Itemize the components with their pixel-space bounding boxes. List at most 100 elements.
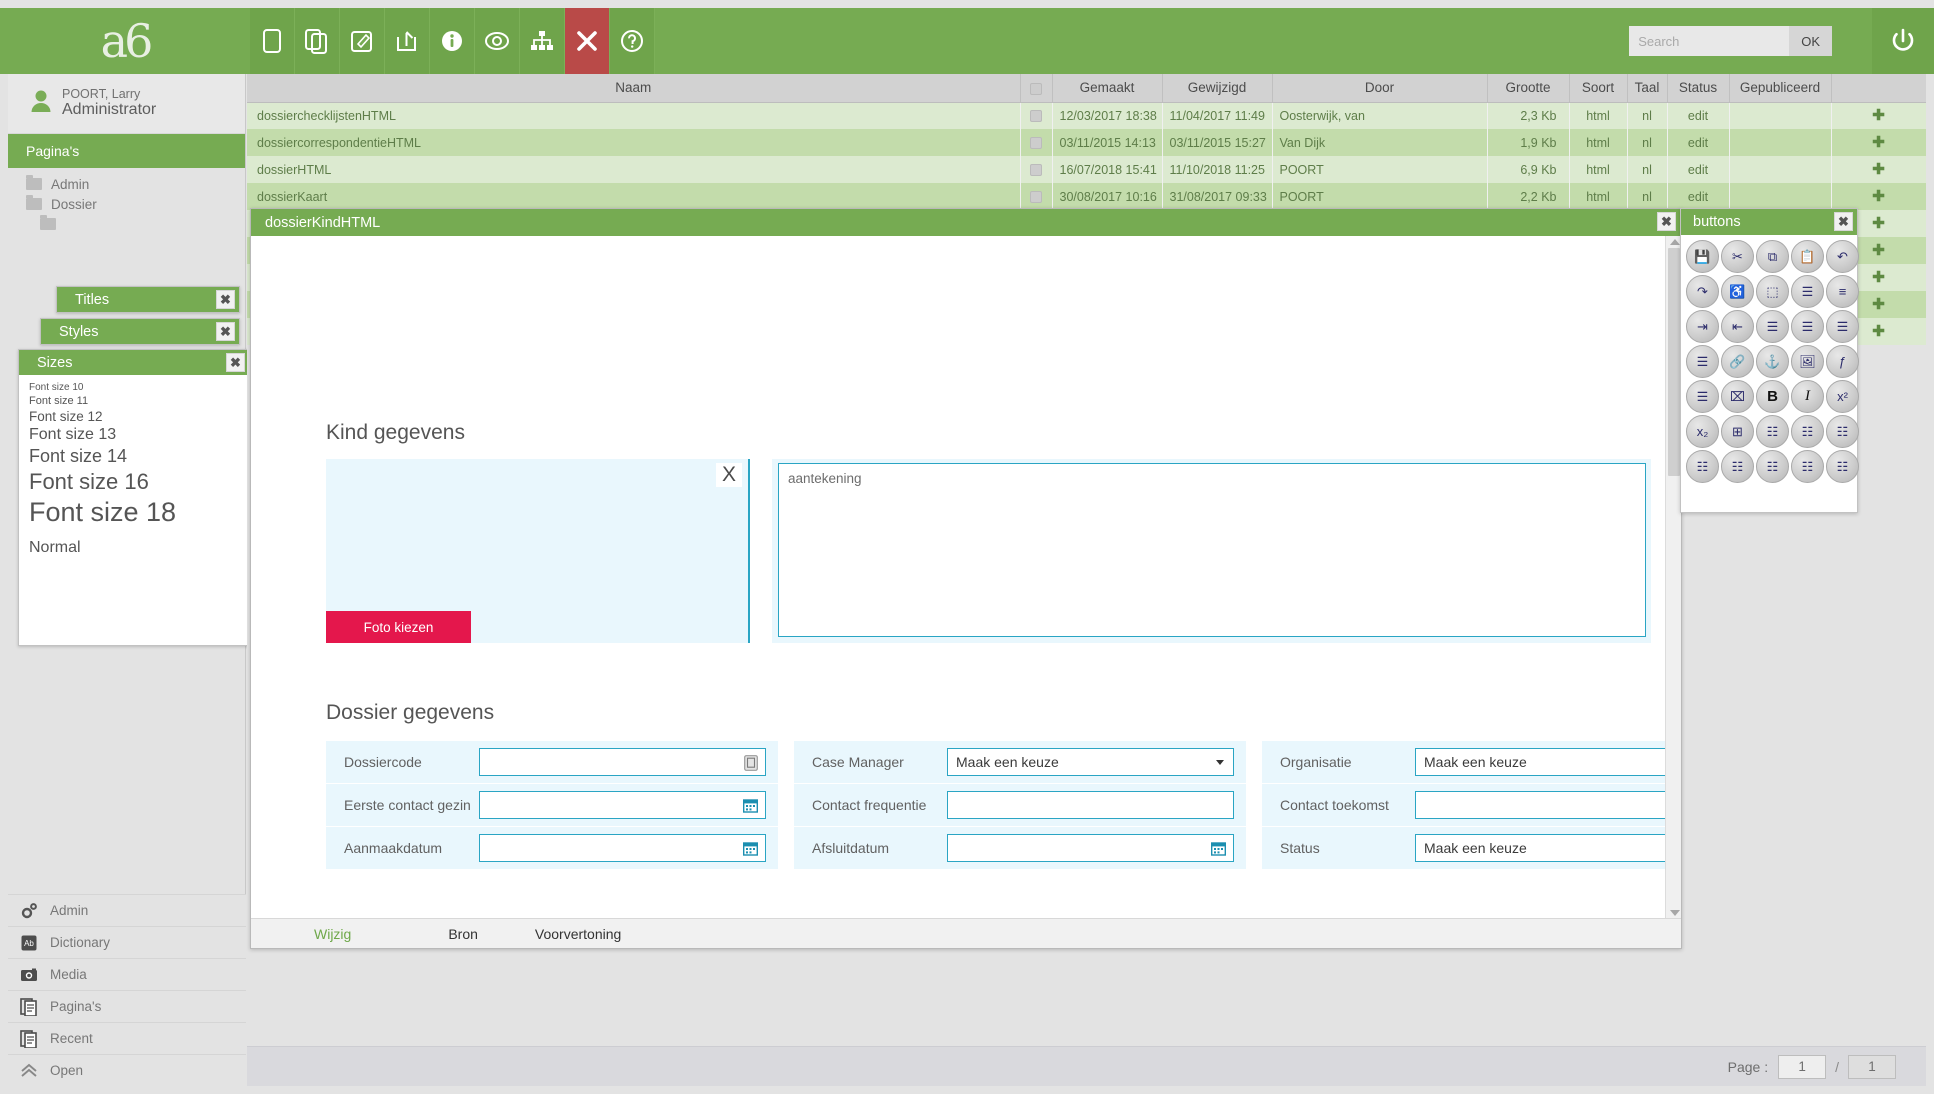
info-icon[interactable]	[430, 8, 475, 74]
justify-icon[interactable]: ☰	[1686, 345, 1719, 378]
input-eerste-contact-gezin[interactable]	[479, 791, 766, 819]
plus-icon[interactable]: ✚	[1872, 215, 1885, 232]
sidebar-item-paginas[interactable]: Pagina's	[8, 990, 246, 1022]
split-cell-vertical-icon[interactable]: ☷	[1791, 450, 1824, 483]
col-select-all[interactable]	[1020, 74, 1052, 102]
row-checkbox[interactable]	[1030, 110, 1042, 122]
align-center-icon[interactable]: ☰	[1791, 310, 1824, 343]
col-gewijzigd[interactable]: Gewijzigd	[1162, 74, 1272, 102]
image-icon[interactable]: 🖼	[1791, 345, 1824, 378]
merge-cells-icon[interactable]: ☷	[1686, 450, 1719, 483]
close-icon[interactable]	[565, 8, 610, 74]
cut-icon[interactable]: ✂	[1721, 240, 1754, 273]
search-input[interactable]	[1629, 26, 1789, 56]
align-left-icon[interactable]: ☰	[1756, 310, 1789, 343]
align-right-icon[interactable]: ☰	[1826, 310, 1859, 343]
font-size-option[interactable]: Font size 18	[19, 496, 249, 529]
select-case-manager[interactable]: Maak een keuze	[947, 748, 1234, 776]
row-checkbox-cell[interactable]	[1020, 102, 1052, 129]
delete-row-icon[interactable]: ☷	[1826, 415, 1859, 448]
font-size-option[interactable]: Font size 16	[19, 468, 249, 496]
row-checkbox-cell[interactable]	[1020, 183, 1052, 210]
current-page-input[interactable]: 1	[1778, 1055, 1826, 1079]
edit-page-icon[interactable]	[340, 8, 385, 74]
split-cell-horizontal-icon[interactable]: ☷	[1756, 450, 1789, 483]
scroll-up-icon[interactable]	[1670, 239, 1680, 245]
font-size-option-normal[interactable]: Normal	[19, 529, 249, 558]
subscript-icon[interactable]: x₂	[1686, 415, 1719, 448]
increase-indent-icon[interactable]: ⇥	[1686, 310, 1719, 343]
sidebar-item-recent[interactable]: Recent	[8, 1022, 246, 1054]
table-row[interactable]: dossierHTML16/07/2018 15:4111/10/2018 11…	[247, 156, 1926, 183]
close-icon[interactable]: ✖	[216, 290, 235, 309]
table-row[interactable]: dossierchecklijstenHTML12/03/2017 18:381…	[247, 102, 1926, 129]
choose-photo-button[interactable]: Foto kiezen	[326, 611, 471, 643]
col-gemaakt[interactable]: Gemaakt	[1052, 74, 1162, 102]
select-organisatie[interactable]: Maak een keuze	[1415, 748, 1681, 776]
close-icon[interactable]: ✖	[1657, 212, 1676, 231]
font-size-option[interactable]: Font size 14	[19, 445, 249, 468]
copy-page-icon[interactable]	[295, 8, 340, 74]
col-naam[interactable]: Naam	[247, 74, 1020, 102]
scroll-thumb[interactable]	[1668, 248, 1680, 476]
table-row[interactable]: dossiercorrespondentieHTML03/11/2015 14:…	[247, 129, 1926, 156]
plus-icon[interactable]: ✚	[1872, 188, 1885, 205]
cell-properties-icon[interactable]: ☷	[1721, 450, 1754, 483]
add-row-button[interactable]: ✚	[1831, 102, 1926, 129]
publish-page-icon[interactable]	[385, 8, 430, 74]
page-break-icon[interactable]: ☰	[1686, 380, 1719, 413]
plus-icon[interactable]: ✚	[1872, 296, 1885, 313]
tab-voorvertoning[interactable]: Voorvertoning	[535, 926, 621, 942]
power-off-icon[interactable]	[1872, 8, 1934, 74]
input-afsluitdatum[interactable]	[947, 834, 1234, 862]
editor-scrollbar[interactable]	[1665, 236, 1681, 919]
add-row-button[interactable]: ✚	[1831, 129, 1926, 156]
paste-icon[interactable]: 📋	[1791, 240, 1824, 273]
show-blocks-icon[interactable]: ⬚	[1756, 275, 1789, 308]
tree-item-child[interactable]	[8, 214, 245, 234]
input-contact-frequentie[interactable]	[947, 791, 1234, 819]
col-soort[interactable]: Soort	[1569, 74, 1627, 102]
plus-icon[interactable]: ✚	[1872, 107, 1885, 124]
add-row-button[interactable]: ✚	[1831, 183, 1926, 210]
font-size-option[interactable]: Font size 10	[19, 381, 249, 394]
insert-column-icon[interactable]: ☷	[1791, 415, 1824, 448]
input-contact-toekomst[interactable]	[1415, 791, 1681, 819]
input-dossiercode[interactable]	[479, 748, 766, 776]
row-checkbox[interactable]	[1030, 137, 1042, 149]
col-gepubliceerd[interactable]: Gepubliceerd	[1729, 74, 1831, 102]
select-status[interactable]: Maak een keuze	[1415, 834, 1681, 862]
col-taal[interactable]: Taal	[1627, 74, 1667, 102]
sidebar-item-open[interactable]: Open	[8, 1054, 246, 1086]
superscript-icon[interactable]: x²	[1826, 380, 1859, 413]
row-checkbox[interactable]	[1030, 191, 1042, 203]
tab-bron[interactable]: Bron	[448, 926, 478, 942]
plus-icon[interactable]: ✚	[1872, 242, 1885, 259]
plus-icon[interactable]: ✚	[1872, 161, 1885, 178]
add-row-button[interactable]: ✚	[1831, 156, 1926, 183]
input-aanmaakdatum[interactable]	[479, 834, 766, 862]
plus-icon[interactable]: ✚	[1872, 134, 1885, 151]
row-checkbox[interactable]	[1030, 164, 1042, 176]
redo-icon[interactable]: ↷	[1686, 275, 1719, 308]
sitemap-icon[interactable]	[520, 8, 565, 74]
sidebar-item-dictionary[interactable]: Ab Dictionary	[8, 926, 246, 958]
new-page-icon[interactable]	[250, 8, 295, 74]
col-status[interactable]: Status	[1667, 74, 1729, 102]
select-all-icon[interactable]: ⌧	[1721, 380, 1754, 413]
font-size-option[interactable]: Font size 11	[19, 394, 249, 408]
plus-icon[interactable]: ✚	[1872, 323, 1885, 340]
numbered-list-icon[interactable]: ≡	[1826, 275, 1859, 308]
remove-photo-button[interactable]: X	[716, 463, 742, 487]
link-icon[interactable]: 🔗	[1721, 345, 1754, 378]
close-icon[interactable]: ✖	[216, 322, 235, 341]
close-icon[interactable]: ✖	[226, 353, 245, 372]
bulleted-list-icon[interactable]: ☰	[1791, 275, 1824, 308]
scroll-down-icon[interactable]	[1670, 910, 1680, 916]
plus-icon[interactable]: ✚	[1872, 269, 1885, 286]
decrease-indent-icon[interactable]: ⇤	[1721, 310, 1754, 343]
col-door[interactable]: Door	[1272, 74, 1487, 102]
row-checkbox-cell[interactable]	[1020, 129, 1052, 156]
bold-icon[interactable]: B	[1756, 380, 1789, 413]
table-row[interactable]: dossierKaart30/08/2017 10:1631/08/2017 0…	[247, 183, 1926, 210]
